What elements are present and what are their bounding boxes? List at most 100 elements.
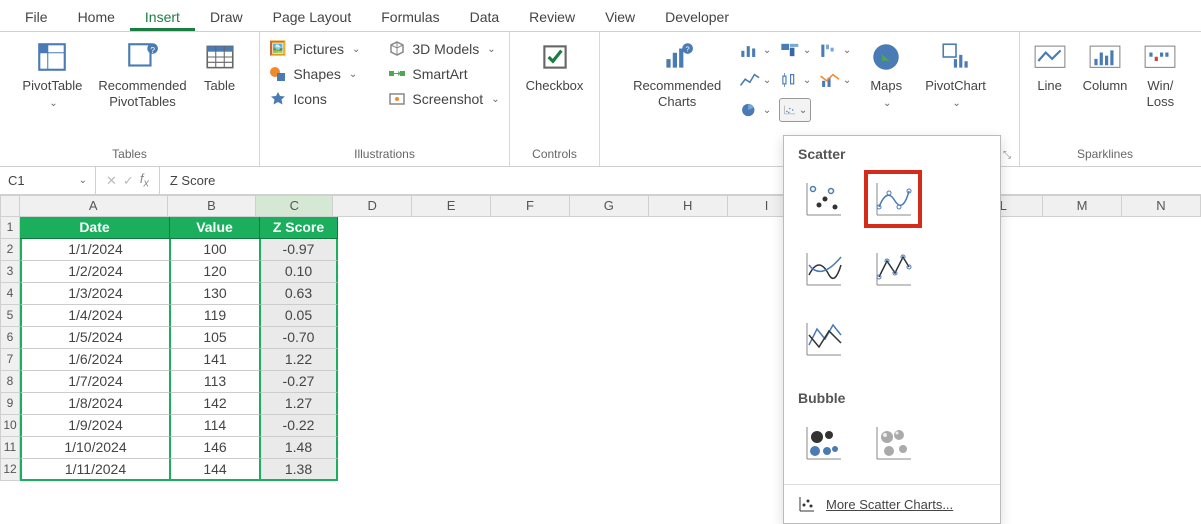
tab-view[interactable]: View — [590, 4, 650, 31]
scatter-chart-button[interactable]: ⌄ — [779, 98, 811, 122]
header-zscore[interactable]: Z Score — [260, 217, 338, 239]
select-all-corner[interactable] — [0, 195, 20, 217]
scatter-straight-lines-markers[interactable] — [868, 244, 918, 294]
row-header[interactable]: 12 — [0, 459, 20, 481]
cell-date[interactable]: 1/7/2024 — [20, 371, 170, 393]
smartart-button[interactable]: SmartArt — [384, 63, 503, 85]
cell-value[interactable]: 142 — [170, 393, 260, 415]
fx-icon[interactable]: fx — [140, 171, 149, 190]
pie-chart-button[interactable]: ⌄ — [739, 98, 771, 122]
scatter-straight-lines[interactable] — [798, 314, 848, 364]
row-header[interactable]: 1 — [0, 217, 20, 239]
cell-value[interactable]: 114 — [170, 415, 260, 437]
cell-value[interactable]: 144 — [170, 459, 260, 481]
cell-value[interactable]: 120 — [170, 261, 260, 283]
cell-value[interactable]: 146 — [170, 437, 260, 459]
row-header[interactable]: 2 — [0, 239, 20, 261]
scatter-markers-only[interactable] — [798, 174, 848, 224]
row-header[interactable]: 4 — [0, 283, 20, 305]
cell-zscore[interactable]: -0.97 — [260, 239, 338, 261]
hierarchy-chart-button[interactable]: ⌄ — [779, 38, 811, 62]
cell-zscore[interactable]: -0.27 — [260, 371, 338, 393]
row-header[interactable]: 8 — [0, 371, 20, 393]
scatter-smooth-lines[interactable] — [798, 244, 848, 294]
charts-dialog-launcher[interactable]: ⤡ — [1003, 150, 1017, 164]
icons-button[interactable]: Icons — [265, 88, 364, 110]
column-header-M[interactable]: M — [1043, 195, 1122, 217]
bubble-3d-chart[interactable] — [868, 418, 918, 468]
cell-date[interactable]: 1/5/2024 — [20, 327, 170, 349]
tab-insert[interactable]: Insert — [130, 4, 195, 31]
waterfall-chart-button[interactable]: ⌄ — [819, 38, 851, 62]
combo-chart-button[interactable]: ⌄ — [819, 68, 851, 92]
table-button[interactable]: Table — [199, 38, 241, 96]
shapes-button[interactable]: Shapes⌄ — [265, 63, 364, 85]
cell-zscore[interactable]: 1.27 — [260, 393, 338, 415]
column-header-G[interactable]: G — [570, 195, 649, 217]
cell-value[interactable]: 100 — [170, 239, 260, 261]
sparkline-column-button[interactable]: Column — [1079, 38, 1132, 96]
cell-date[interactable]: 1/8/2024 — [20, 393, 170, 415]
tab-page-layout[interactable]: Page Layout — [258, 4, 367, 31]
cell-value[interactable]: 141 — [170, 349, 260, 371]
more-scatter-charts[interactable]: More Scatter Charts... — [784, 484, 1000, 523]
formula-bar-input[interactable]: Z Score — [160, 173, 1201, 188]
scatter-smooth-lines-markers[interactable] — [868, 174, 918, 224]
name-box[interactable]: C1⌄ — [0, 167, 96, 194]
3d-models-button[interactable]: 3D Models⌄ — [384, 38, 503, 60]
cell-zscore[interactable]: 0.63 — [260, 283, 338, 305]
bubble-chart[interactable] — [798, 418, 848, 468]
cell-zscore[interactable]: -0.22 — [260, 415, 338, 437]
column-header-E[interactable]: E — [412, 195, 491, 217]
cell-date[interactable]: 1/10/2024 — [20, 437, 170, 459]
column-header-H[interactable]: H — [649, 195, 728, 217]
cell-zscore[interactable]: 1.48 — [260, 437, 338, 459]
pivotchart-button[interactable]: PivotChart⌄ — [921, 38, 990, 112]
row-header[interactable]: 10 — [0, 415, 20, 437]
pivottable-button[interactable]: PivotTable ⌄ — [18, 38, 86, 112]
cell-date[interactable]: 1/2/2024 — [20, 261, 170, 283]
recommended-charts-button[interactable]: ? Recommended Charts — [629, 38, 725, 111]
line-chart-button[interactable]: ⌄ — [739, 68, 771, 92]
cell-zscore[interactable]: 1.22 — [260, 349, 338, 371]
pictures-button[interactable]: 🖼️Pictures⌄ — [265, 38, 364, 60]
tab-developer[interactable]: Developer — [650, 4, 744, 31]
row-header[interactable]: 6 — [0, 327, 20, 349]
tab-review[interactable]: Review — [514, 4, 590, 31]
column-header-D[interactable]: D — [333, 195, 412, 217]
cell-value[interactable]: 119 — [170, 305, 260, 327]
column-header-F[interactable]: F — [491, 195, 570, 217]
header-date[interactable]: Date — [20, 217, 170, 239]
cell-date[interactable]: 1/9/2024 — [20, 415, 170, 437]
cell-zscore[interactable]: 0.05 — [260, 305, 338, 327]
tab-home[interactable]: Home — [63, 4, 130, 31]
tab-formulas[interactable]: Formulas — [366, 4, 454, 31]
sparkline-line-button[interactable]: Line — [1029, 38, 1071, 96]
statistic-chart-button[interactable]: ⌄ — [779, 68, 811, 92]
cell-date[interactable]: 1/1/2024 — [20, 239, 170, 261]
column-header-A[interactable]: A — [20, 195, 168, 217]
cell-zscore[interactable]: 0.10 — [260, 261, 338, 283]
enter-formula-icon[interactable]: ✓ — [123, 173, 134, 189]
recommended-pivottables-button[interactable]: ? Recommended PivotTables — [94, 38, 190, 111]
cell-value[interactable]: 105 — [170, 327, 260, 349]
column-header-C[interactable]: C — [256, 195, 333, 217]
cell-value[interactable]: 113 — [170, 371, 260, 393]
row-header[interactable]: 9 — [0, 393, 20, 415]
tab-file[interactable]: File — [10, 4, 63, 31]
cell-zscore[interactable]: -0.70 — [260, 327, 338, 349]
cell-date[interactable]: 1/11/2024 — [20, 459, 170, 481]
cell-date[interactable]: 1/3/2024 — [20, 283, 170, 305]
header-value[interactable]: Value — [170, 217, 260, 239]
maps-button[interactable]: Maps⌄ — [865, 38, 907, 112]
row-header[interactable]: 11 — [0, 437, 20, 459]
cell-date[interactable]: 1/6/2024 — [20, 349, 170, 371]
cell-date[interactable]: 1/4/2024 — [20, 305, 170, 327]
tab-data[interactable]: Data — [455, 4, 515, 31]
sparkline-winloss-button[interactable]: Win/ Loss — [1139, 38, 1181, 111]
cell-zscore[interactable]: 1.38 — [260, 459, 338, 481]
column-header-N[interactable]: N — [1122, 195, 1201, 217]
row-header[interactable]: 5 — [0, 305, 20, 327]
checkbox-button[interactable]: Checkbox — [522, 38, 588, 96]
tab-draw[interactable]: Draw — [195, 4, 258, 31]
